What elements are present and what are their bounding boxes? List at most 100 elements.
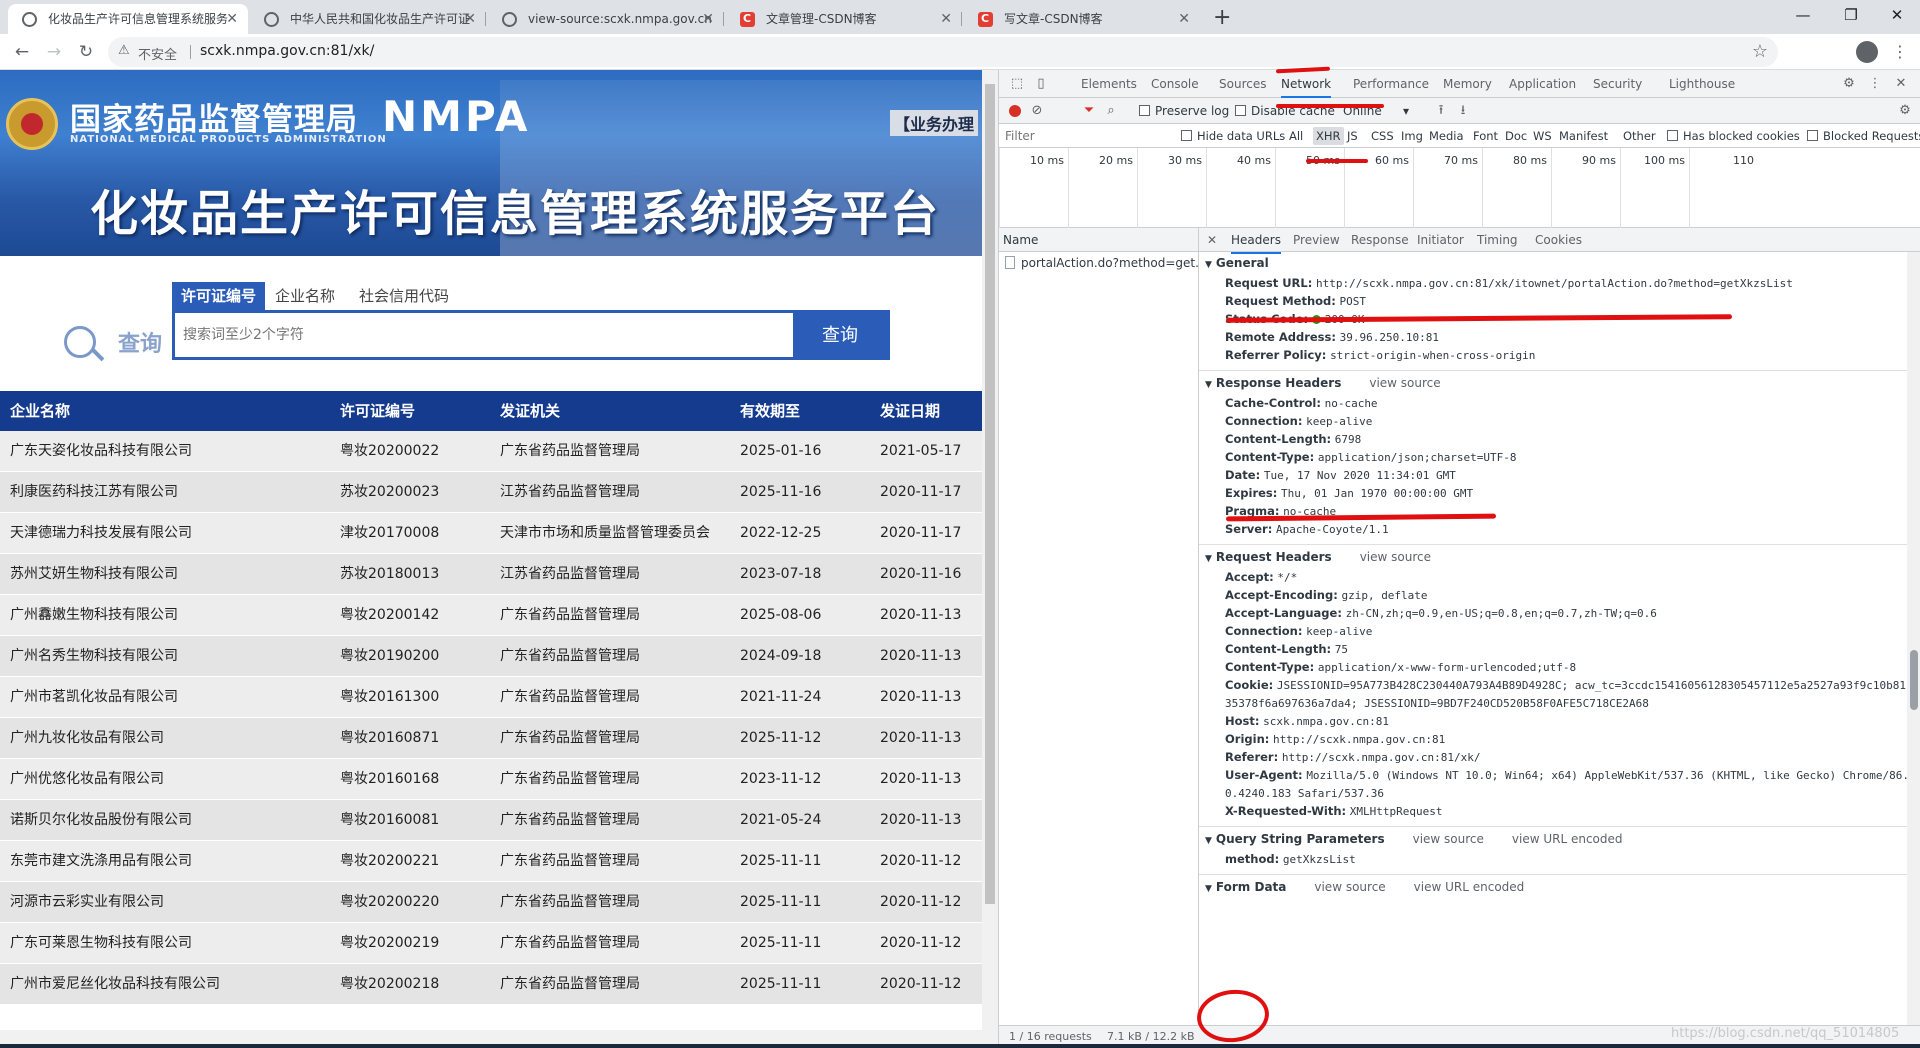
devtools-tab-performance[interactable]: Performance <box>1353 70 1429 98</box>
table-row[interactable]: 天津德瑞力科技发展有限公司 津妆20170008 天津市市场和质量监督管理委员会 20… <box>0 513 982 554</box>
section-title[interactable]: Response Headers <box>1216 376 1341 390</box>
tab-company-name[interactable]: 企业名称 <box>266 282 344 310</box>
disable-cache-checkbox[interactable] <box>1235 105 1246 116</box>
section-header[interactable]: ▼ General <box>1205 256 1269 270</box>
forward-icon[interactable]: → <box>42 40 66 64</box>
view-source-link[interactable]: view source <box>1360 550 1431 564</box>
tab-cookies[interactable]: Cookies <box>1535 228 1582 252</box>
triangle-down-icon[interactable]: ▼ <box>1205 380 1212 390</box>
chevron-down-icon[interactable]: ▾ <box>1403 98 1409 124</box>
devtools-tab-lighthouse[interactable]: Lighthouse <box>1669 70 1735 98</box>
filter-type-all[interactable]: All <box>1289 124 1303 148</box>
devtools-tab-network[interactable]: Network <box>1281 70 1332 98</box>
disable-cache-label[interactable]: Disable cache <box>1251 98 1335 124</box>
triangle-down-icon[interactable]: ▼ <box>1205 884 1212 894</box>
page-vertical-scrollbar[interactable] <box>982 70 998 1048</box>
devtools-tab-console[interactable]: Console <box>1151 70 1199 98</box>
table-row[interactable]: 东莞市建文洗涤用品有限公司 粤妆20200221 广东省药品监督管理局 2025-11… <box>0 841 982 882</box>
table-row[interactable]: 广州优悠化妆品有限公司 粤妆20160168 广东省药品监督管理局 2023-11-1… <box>0 759 982 800</box>
address-bar[interactable]: ⚠ 不安全 scxk.nmpa.gov.cn:81/xk/ ☆ <box>108 37 1778 67</box>
tab-credit-code[interactable]: 社会信用代码 <box>350 282 458 310</box>
filter-input[interactable] <box>1005 127 1175 145</box>
devtools-tab-security[interactable]: Security <box>1593 70 1642 98</box>
table-row[interactable]: 苏州艾妍生物科技有限公司 苏妆20180013 江苏省药品监督管理局 2023-07-… <box>0 554 982 595</box>
filter-type-other[interactable]: Other <box>1623 124 1656 148</box>
filter-icon[interactable]: ⏷ <box>1081 103 1097 119</box>
minimize-icon[interactable]: — <box>1780 0 1826 30</box>
inspect-element-icon[interactable]: ⬚ <box>1009 76 1025 92</box>
filter-type-font[interactable]: Font <box>1473 124 1498 148</box>
filter-type-img[interactable]: Img <box>1401 124 1423 148</box>
table-row[interactable]: 广州馫嫩生物科技有限公司 粤妆20200142 广东省药品监督管理局 2025-08-… <box>0 595 982 636</box>
table-row[interactable]: 广州市爱尼丝化妆品科技有限公司 粤妆20200218 广东省药品监督管理局 2025-… <box>0 964 982 1005</box>
section-title[interactable]: Form Data <box>1216 880 1286 894</box>
table-row[interactable]: 利康医药科技江苏有限公司 苏妆20200023 江苏省药品监督管理局 2025-11-… <box>0 472 982 513</box>
browser-tab-4[interactable]: 文章管理-CSDN博客 ✕ <box>726 4 962 34</box>
kebab-menu-icon[interactable]: ⋮ <box>1892 42 1908 61</box>
record-icon[interactable] <box>1009 105 1021 117</box>
section-title[interactable]: Request Headers <box>1216 550 1332 564</box>
filter-type-js[interactable]: JS <box>1347 124 1358 148</box>
browser-tab-1[interactable]: 化妆品生产许可信息管理系统服务 ✕ <box>8 4 248 34</box>
close-icon[interactable]: ✕ <box>940 4 952 34</box>
security-label[interactable]: 不安全 <box>138 44 177 63</box>
close-icon[interactable]: ✕ <box>702 4 714 34</box>
new-tab-icon[interactable]: + <box>1213 4 1231 32</box>
devtools-close-icon[interactable]: ✕ <box>1893 76 1909 92</box>
hide-data-urls-label[interactable]: Hide data URLs <box>1197 124 1285 148</box>
table-row[interactable]: 广东天姿化妆品科技有限公司 粤妆20200022 广东省药品监督管理局 2025-01… <box>0 431 982 472</box>
triangle-down-icon[interactable]: ▼ <box>1205 554 1212 564</box>
blocked-cookies-checkbox[interactable] <box>1667 130 1678 141</box>
device-toolbar-icon[interactable]: ▯ <box>1033 76 1049 92</box>
filter-type-xhr[interactable]: XHR <box>1313 127 1344 145</box>
detail-scrollbar[interactable] <box>1907 252 1920 1025</box>
search-button[interactable]: 查询 <box>793 313 887 357</box>
blocked-cookies-label[interactable]: Has blocked cookies <box>1683 124 1800 148</box>
filter-type-doc[interactable]: Doc <box>1505 124 1527 148</box>
profile-avatar-icon[interactable] <box>1856 41 1878 63</box>
throttling-select[interactable]: Online <box>1343 98 1382 124</box>
section-header[interactable]: ▼ Response Headers view source <box>1205 376 1441 390</box>
preserve-log-label[interactable]: Preserve log <box>1155 98 1229 124</box>
table-row[interactable]: 广州市茗凯化妆品有限公司 粤妆20161300 广东省药品监督管理局 2021-11-… <box>0 677 982 718</box>
network-settings-icon[interactable]: ⚙ <box>1897 103 1913 119</box>
filter-type-media[interactable]: Media <box>1429 124 1464 148</box>
blocked-requests-label[interactable]: Blocked Requests <box>1823 124 1920 148</box>
name-column-header[interactable]: Name <box>999 228 1198 252</box>
view-url-encoded-link[interactable]: view URL encoded <box>1414 880 1525 894</box>
browser-tab-2[interactable]: 中华人民共和国化妆品生产许可证 ✕ <box>250 4 486 34</box>
close-icon[interactable]: ✕ <box>464 4 476 34</box>
filter-type-ws[interactable]: WS <box>1533 124 1552 148</box>
tab-response[interactable]: Response <box>1351 228 1409 252</box>
table-row[interactable]: 广东可莱恩生物科技有限公司 粤妆20200219 广东省药品监督管理局 2025-11… <box>0 923 982 964</box>
blocked-requests-checkbox[interactable] <box>1807 130 1818 141</box>
network-timeline-overview[interactable]: 10 ms20 ms30 ms40 ms50 ms60 ms70 ms80 ms… <box>999 148 1920 228</box>
request-row[interactable]: portalAction.do?method=get... <box>999 252 1198 274</box>
triangle-down-icon[interactable]: ▼ <box>1205 836 1212 846</box>
filter-type-css[interactable]: CSS <box>1371 124 1394 148</box>
reload-icon[interactable]: ↻ <box>74 40 98 64</box>
section-header[interactable]: ▼ Form Data view source view URL encoded <box>1205 880 1524 894</box>
hide-data-urls-checkbox[interactable] <box>1181 130 1192 141</box>
table-row[interactable]: 诺斯贝尔化妆品股份有限公司 粤妆20160081 广东省药品监督管理局 2021-05… <box>0 800 982 841</box>
clear-icon[interactable]: ⊘ <box>1029 103 1045 119</box>
browser-tab-3[interactable]: view-source:scxk.nmpa.gov.cn ✕ <box>488 4 724 34</box>
section-title[interactable]: General <box>1216 256 1269 270</box>
restore-icon[interactable]: ❐ <box>1828 0 1874 30</box>
preserve-log-checkbox[interactable] <box>1139 105 1150 116</box>
close-detail-icon[interactable]: ✕ <box>1207 228 1217 252</box>
devtools-tab-sources[interactable]: Sources <box>1219 70 1266 98</box>
warning-icon[interactable]: ⚠ <box>118 43 130 58</box>
section-header[interactable]: ▼ Request Headers view source <box>1205 550 1431 564</box>
back-icon[interactable]: ← <box>10 40 34 64</box>
export-har-icon[interactable]: ⭳ <box>1455 103 1471 119</box>
devtools-tab-memory[interactable]: Memory <box>1443 70 1492 98</box>
view-source-link[interactable]: view source <box>1369 376 1440 390</box>
view-url-encoded-link[interactable]: view URL encoded <box>1512 832 1623 846</box>
view-source-link[interactable]: view source <box>1413 832 1484 846</box>
browser-tab-5[interactable]: 写文章-CSDN博客 ✕ <box>964 4 1200 34</box>
table-row[interactable]: 广州九妆化妆品有限公司 粤妆20160871 广东省药品监督管理局 2025-11-1… <box>0 718 982 759</box>
import-har-icon[interactable]: ⭱ <box>1433 103 1449 119</box>
table-row[interactable]: 广州名秀生物科技有限公司 粤妆20190200 广东省药品监督管理局 2024-09-… <box>0 636 982 677</box>
bookmark-star-icon[interactable]: ☆ <box>1752 41 1768 62</box>
